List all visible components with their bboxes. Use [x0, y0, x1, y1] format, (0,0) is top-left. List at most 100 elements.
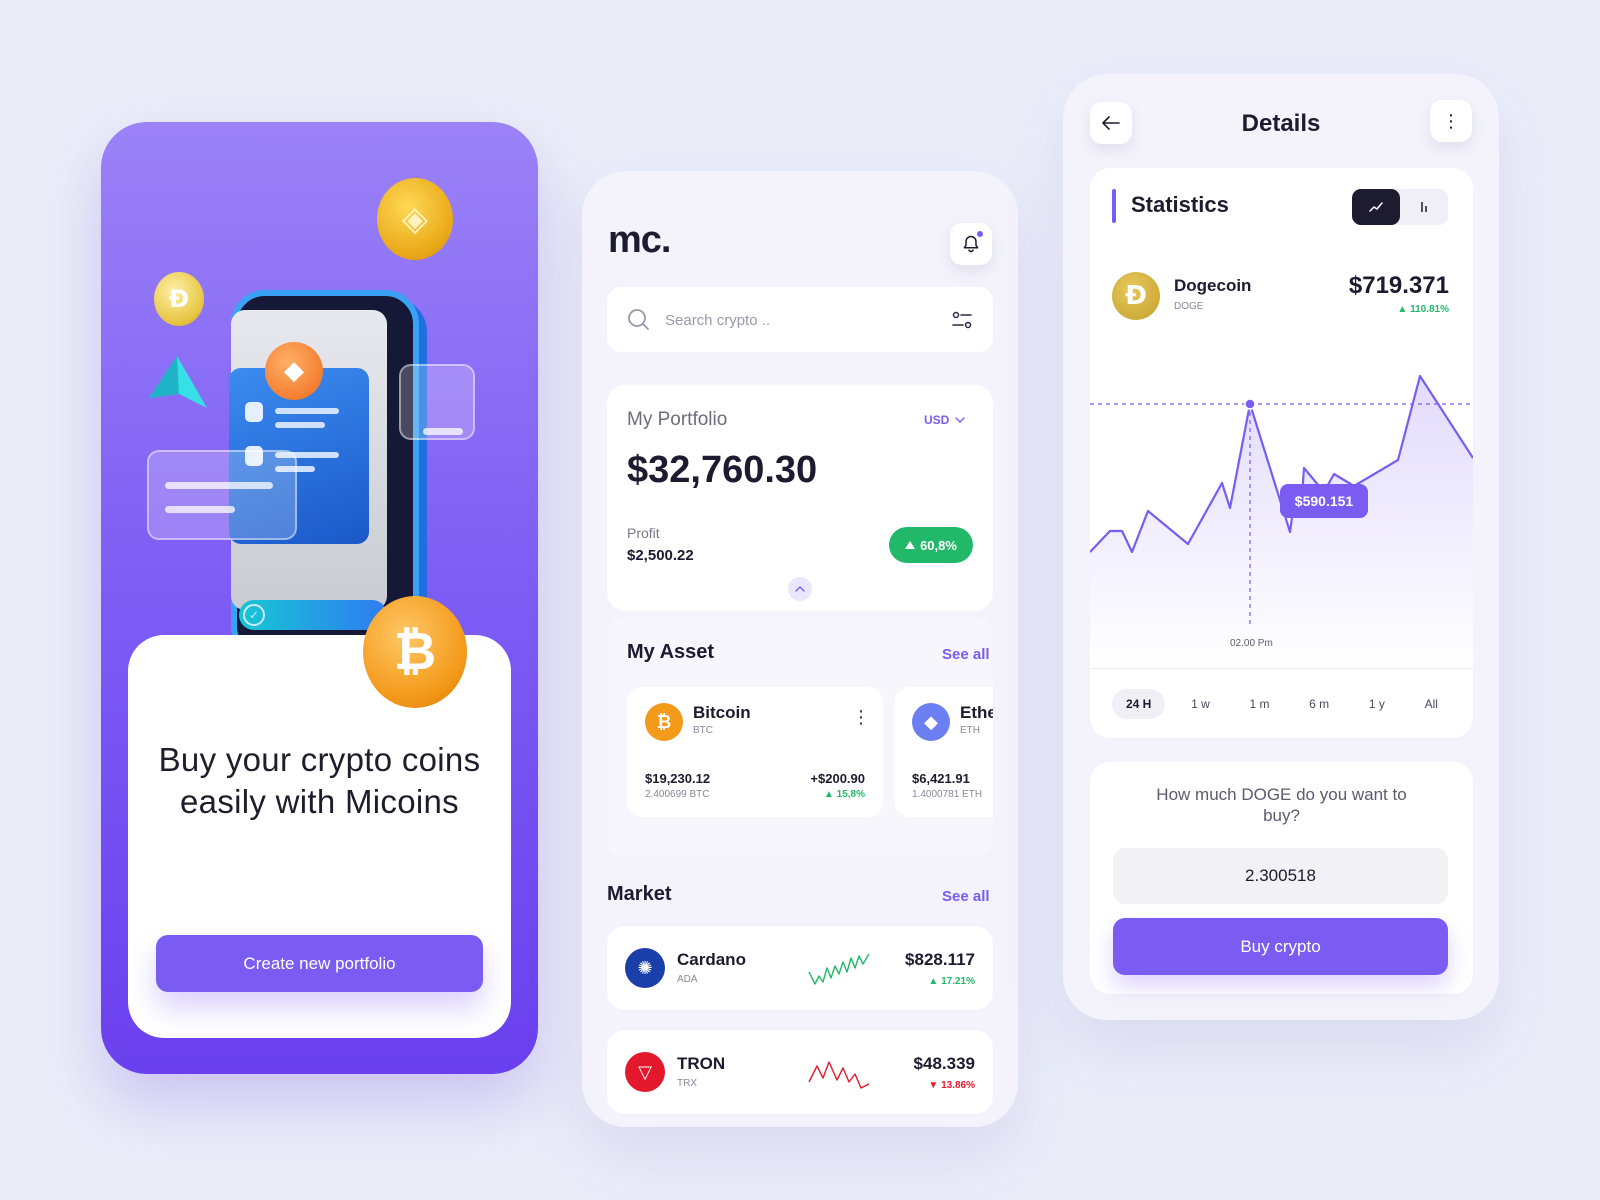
- market-row[interactable]: ▽ TRON TRX $48.339 ▼ 13.86%: [607, 1030, 993, 1114]
- asset-pct: ▲ 15,8%: [823, 789, 865, 800]
- ethereum-icon: ◆: [912, 703, 950, 741]
- accent-bar: [1112, 189, 1116, 223]
- market-name: Cardano: [677, 950, 746, 969]
- asset-pct-value: 15,8%: [836, 789, 865, 800]
- buy-card: How much DOGE do you want to buy? Buy cr…: [1090, 762, 1473, 994]
- search-icon: [628, 309, 649, 330]
- profit-value: $2,500.22: [627, 547, 694, 564]
- app-logo: mc.: [608, 219, 671, 261]
- asset-card[interactable]: ◆ Ethereum ETH $6,421.91 1.4000781 ETH: [894, 687, 993, 817]
- search-bar: [607, 287, 993, 352]
- market-title: Market: [607, 883, 672, 905]
- asset-see-all-link[interactable]: See all: [942, 646, 990, 663]
- glass-card-illustration: [147, 450, 297, 540]
- asset-name: Ethereum: [960, 703, 993, 722]
- coin-symbol: DOGE: [1174, 301, 1204, 312]
- arrow-icon: [149, 356, 207, 408]
- market-pct-value: 13.86%: [941, 1080, 975, 1091]
- range-1y[interactable]: 1 y: [1355, 689, 1399, 719]
- coin-name: Dogecoin: [1174, 276, 1252, 295]
- sparkline-up: [808, 953, 870, 985]
- currency-label: USD: [924, 413, 950, 427]
- notifications-button[interactable]: [950, 223, 992, 265]
- asset-gain: +$200.90: [810, 771, 865, 786]
- asset-price: $19,230.12: [645, 771, 711, 786]
- asset-scroll-clip: ◆ Ethereum ETH $6,421.91 1.4000781 ETH: [894, 687, 993, 817]
- check-icon: ✓: [243, 604, 265, 626]
- my-asset-title: My Asset: [627, 641, 715, 663]
- asset-name: Bitcoin: [693, 703, 751, 722]
- line-chart-icon: [1369, 202, 1383, 212]
- collapse-button[interactable]: [788, 577, 812, 601]
- market-price: $48.339: [913, 1054, 975, 1073]
- buy-question: How much DOGE do you want to buy?: [1156, 785, 1407, 825]
- coin-price: $719.371: [1348, 272, 1449, 299]
- glass-card-illustration: [399, 364, 475, 440]
- asset-card[interactable]: ₿ Bitcoin BTC ⋮ $19,230.12 2.400699 BTC …: [627, 687, 883, 817]
- chevron-up-icon: [795, 586, 805, 592]
- market-row[interactable]: ✺ Cardano ADA $828.117 ▲ 17.21%: [607, 926, 993, 1010]
- onboarding-card: Buy your crypto coins easily with Micoin…: [128, 635, 511, 1038]
- create-portfolio-button[interactable]: Create new portfolio: [156, 935, 483, 992]
- dogecoin-icon: Ð: [154, 272, 204, 326]
- portfolio-card: My Portfolio USD $32,760.30 Profit $2,50…: [607, 385, 993, 611]
- filter-icon[interactable]: [951, 309, 973, 331]
- triangle-up-icon: [905, 541, 916, 549]
- statistics-title: Statistics: [1131, 192, 1229, 217]
- range-24h[interactable]: 24 H: [1112, 689, 1166, 719]
- line-mode-button[interactable]: [1352, 189, 1400, 225]
- more-button[interactable]: ⋮: [1430, 100, 1472, 142]
- cardano-icon: ✺: [625, 948, 665, 988]
- bar-chart-icon: [1421, 202, 1427, 212]
- more-vertical-icon: ⋮: [1442, 110, 1460, 132]
- range-all[interactable]: All: [1411, 689, 1452, 719]
- profit-pct: 60,8%: [920, 537, 957, 553]
- coin-pct: ▲ 110.81%: [1397, 304, 1449, 315]
- bar-mode-button[interactable]: [1400, 189, 1448, 225]
- dogecoin-icon: Ð: [1112, 272, 1160, 320]
- market-symbol: TRX: [677, 1078, 697, 1089]
- details-screen: Details ⋮ Statistics Ð Dogecoin DOGE $71…: [1063, 74, 1499, 1020]
- chart-time-label: 02.00 Pm: [1230, 638, 1273, 649]
- more-vertical-icon[interactable]: ⋮: [852, 707, 870, 728]
- bnb-coin-icon: ◈: [377, 178, 453, 260]
- market-see-all-link[interactable]: See all: [942, 888, 990, 905]
- chart-mode-toggle: [1352, 189, 1448, 225]
- market-pct: ▲ 17.21%: [928, 976, 975, 987]
- bitcoin-icon: ₿: [645, 703, 683, 741]
- price-chart[interactable]: [1090, 368, 1473, 668]
- sparkline-down: [808, 1061, 870, 1089]
- coin-pct-value: 110.81%: [1410, 304, 1449, 315]
- phone-progress-illustration: ✓: [239, 600, 387, 630]
- ethereum-icon: ◆: [265, 342, 323, 400]
- market-pct-value: 17.21%: [941, 976, 975, 987]
- buy-amount-input[interactable]: [1113, 848, 1448, 904]
- onboarding-screen: ◈ Ð ◆ ✓ Buy your crypto coins easily wit…: [101, 122, 538, 1074]
- chart-tooltip: $590.151: [1280, 484, 1368, 518]
- chart-area: [1090, 376, 1473, 668]
- tron-icon: ▽: [625, 1052, 665, 1092]
- range-selector: 24 H 1 w 1 m 6 m 1 y All: [1112, 688, 1452, 720]
- market-pct: ▼ 13.86%: [928, 1080, 975, 1091]
- profit-label: Profit: [627, 525, 660, 541]
- range-6m[interactable]: 6 m: [1295, 689, 1343, 719]
- range-1w[interactable]: 1 w: [1177, 689, 1224, 719]
- bitcoin-icon: ₿: [363, 596, 467, 708]
- search-input[interactable]: [665, 305, 925, 335]
- asset-holding: 2.400699 BTC: [645, 789, 710, 800]
- market-price: $828.117: [905, 950, 975, 969]
- home-screen: mc. My Portfolio USD $32,760.30 Profit $…: [582, 171, 1018, 1127]
- currency-selector[interactable]: USD: [924, 413, 966, 427]
- notification-dot: [976, 230, 984, 238]
- asset-symbol: ETH: [960, 725, 980, 736]
- statistics-card: Statistics Ð Dogecoin DOGE $719.371 ▲ 11…: [1090, 168, 1473, 738]
- portfolio-amount: $32,760.30: [627, 449, 818, 491]
- chevron-down-icon: [955, 417, 966, 423]
- asset-price: $6,421.91: [912, 771, 970, 786]
- market-symbol: ADA: [677, 974, 698, 985]
- divider: [1090, 668, 1473, 669]
- chart-point: [1244, 398, 1256, 410]
- asset-symbol: BTC: [693, 725, 713, 736]
- buy-crypto-button[interactable]: Buy crypto: [1113, 918, 1448, 975]
- range-1m[interactable]: 1 m: [1235, 689, 1283, 719]
